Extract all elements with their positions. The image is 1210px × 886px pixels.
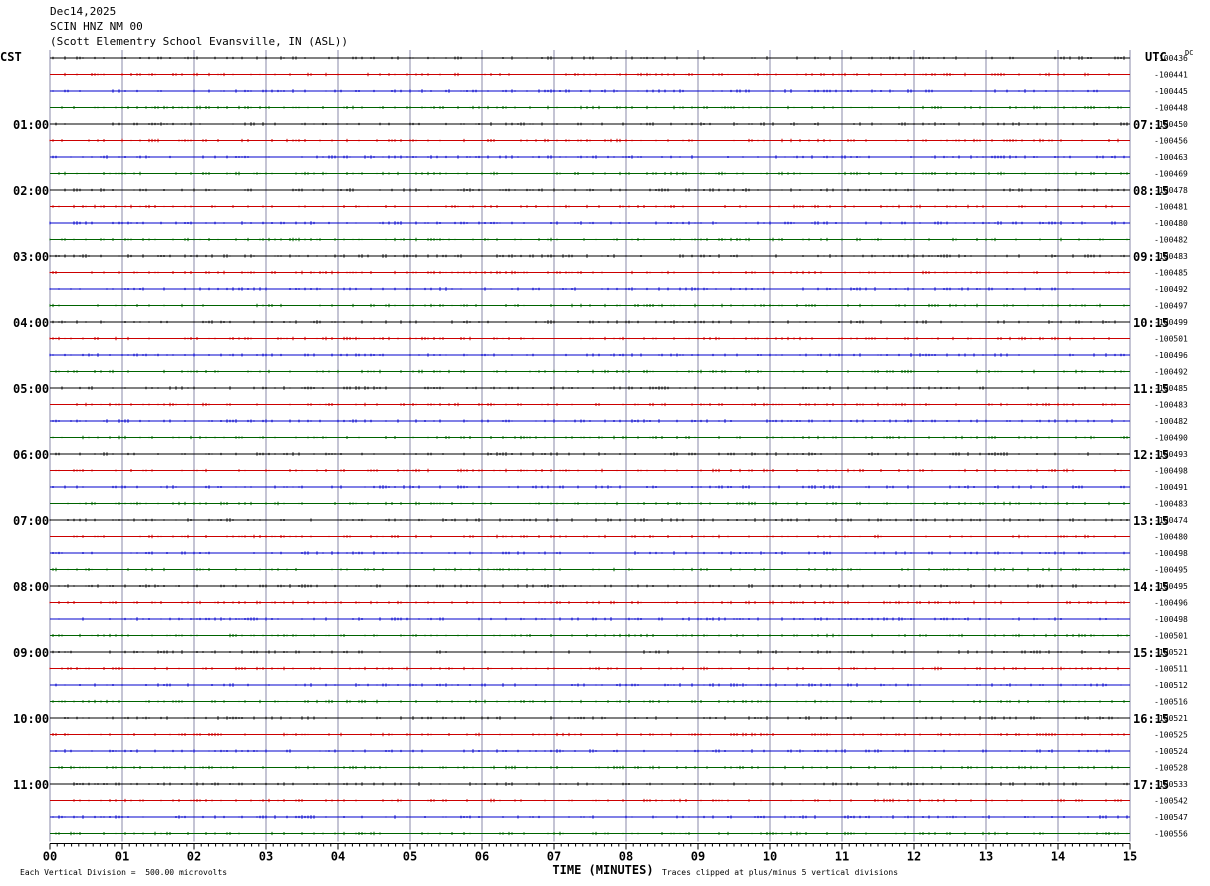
- dc-offset-label: -100498: [1154, 615, 1188, 624]
- utc-hour-label: 07:15: [1133, 118, 1169, 132]
- dc-offset-label: -100490: [1154, 434, 1188, 443]
- cst-hour-label: 01:00: [13, 118, 49, 132]
- dc-offset-label: -100495: [1154, 566, 1188, 575]
- dc-offset-label: -100525: [1154, 731, 1188, 740]
- dc-offset-label: -100456: [1154, 137, 1188, 146]
- dc-offset-label: -100481: [1154, 203, 1188, 212]
- scale-note: Each Vertical Division = 500.00 microvol…: [20, 868, 228, 877]
- dc-offset-label: -100542: [1154, 797, 1188, 806]
- dc-offset-label: -100480: [1154, 533, 1188, 542]
- x-tick-label: 04: [331, 850, 345, 864]
- dc-offset-label: -100528: [1154, 764, 1188, 773]
- dc-offset-label: -100483: [1154, 401, 1188, 410]
- x-tick-label: 05: [403, 850, 417, 864]
- dc-offset-label: -100491: [1154, 483, 1188, 492]
- dc-offset-label: -100496: [1154, 599, 1188, 608]
- x-tick-label: 03: [259, 850, 273, 864]
- dc-offset-label: -100448: [1154, 104, 1188, 113]
- cst-hour-label: 07:00: [13, 514, 49, 528]
- dc-offset-label: -100480: [1154, 219, 1188, 228]
- cst-hour-label: 06:00: [13, 448, 49, 462]
- x-tick-label: 08: [619, 850, 633, 864]
- x-tick-label: 02: [187, 850, 201, 864]
- dc-offset-label: -100492: [1154, 285, 1188, 294]
- x-tick-label: 15: [1123, 850, 1137, 864]
- cst-hour-label: 02:00: [13, 184, 49, 198]
- dc-offset-label: -100556: [1154, 830, 1188, 839]
- utc-label: UTC: [1145, 50, 1167, 64]
- cst-hour-label: 03:00: [13, 250, 49, 264]
- dc-offset-label: -100516: [1154, 698, 1188, 707]
- dc-offset-label: -100498: [1154, 467, 1188, 476]
- clip-note: Traces clipped at plus/minus 5 vertical …: [662, 868, 899, 877]
- utc-hour-label: 16:15: [1133, 712, 1169, 726]
- cst-label: CST: [0, 50, 22, 64]
- x-tick-label: 01: [115, 850, 129, 864]
- dc-offset-label: -100482: [1154, 236, 1188, 245]
- cst-hour-label: 08:00: [13, 580, 49, 594]
- dc-offset-label: -100511: [1154, 665, 1188, 674]
- utc-hour-label: 10:15: [1133, 316, 1169, 330]
- dc-offset-label: -100445: [1154, 87, 1188, 96]
- dc-offset-label: -100497: [1154, 302, 1188, 311]
- x-tick-label: 11: [835, 850, 849, 864]
- utc-hour-label: 15:15: [1133, 646, 1169, 660]
- utc-hour-label: 11:15: [1133, 382, 1169, 396]
- utc-hour-label: 13:15: [1133, 514, 1169, 528]
- dc-offset-label: -100463: [1154, 153, 1188, 162]
- dc-offset-label: -100496: [1154, 351, 1188, 360]
- utc-hour-label: 09:15: [1133, 250, 1169, 264]
- dc-offset-label: -100483: [1154, 500, 1188, 509]
- dc-label: DC: [1185, 49, 1193, 57]
- cst-hour-label: 04:00: [13, 316, 49, 330]
- dc-offset-label: -100492: [1154, 368, 1188, 377]
- dc-offset-label: -100501: [1154, 632, 1188, 641]
- utc-hour-label: 12:15: [1133, 448, 1169, 462]
- x-tick-label: 10: [763, 850, 777, 864]
- x-tick-label: 09: [691, 850, 705, 864]
- x-tick-label: 13: [979, 850, 993, 864]
- dc-offset-label: -100524: [1154, 747, 1188, 756]
- dc-offset-label: -100469: [1154, 170, 1188, 179]
- utc-hour-label: 08:15: [1133, 184, 1169, 198]
- dc-offset-label: -100482: [1154, 417, 1188, 426]
- dc-offset-label: -100485: [1154, 269, 1188, 278]
- dc-offset-label: -100547: [1154, 813, 1188, 822]
- cst-hour-label: 11:00: [13, 778, 49, 792]
- x-tick-label: 07: [547, 850, 561, 864]
- helicorder-plot: -100436-100441-100445-100448-100450-1004…: [0, 49, 1193, 877]
- dc-offset-label: -100498: [1154, 549, 1188, 558]
- x-tick-label: 06: [475, 850, 489, 864]
- cst-hour-label: 09:00: [13, 646, 49, 660]
- cst-hour-label: 05:00: [13, 382, 49, 396]
- dc-offset-label: -100501: [1154, 335, 1188, 344]
- x-tick-label: 14: [1051, 850, 1065, 864]
- utc-hour-label: 17:15: [1133, 778, 1169, 792]
- x-axis-title: TIME (MINUTES): [552, 863, 653, 877]
- dc-offset-label: -100512: [1154, 681, 1188, 690]
- cst-hour-label: 10:00: [13, 712, 49, 726]
- dc-offset-label: -100441: [1154, 71, 1188, 80]
- x-tick-label: 00: [43, 850, 57, 864]
- x-tick-label: 12: [907, 850, 921, 864]
- utc-hour-label: 14:15: [1133, 580, 1169, 594]
